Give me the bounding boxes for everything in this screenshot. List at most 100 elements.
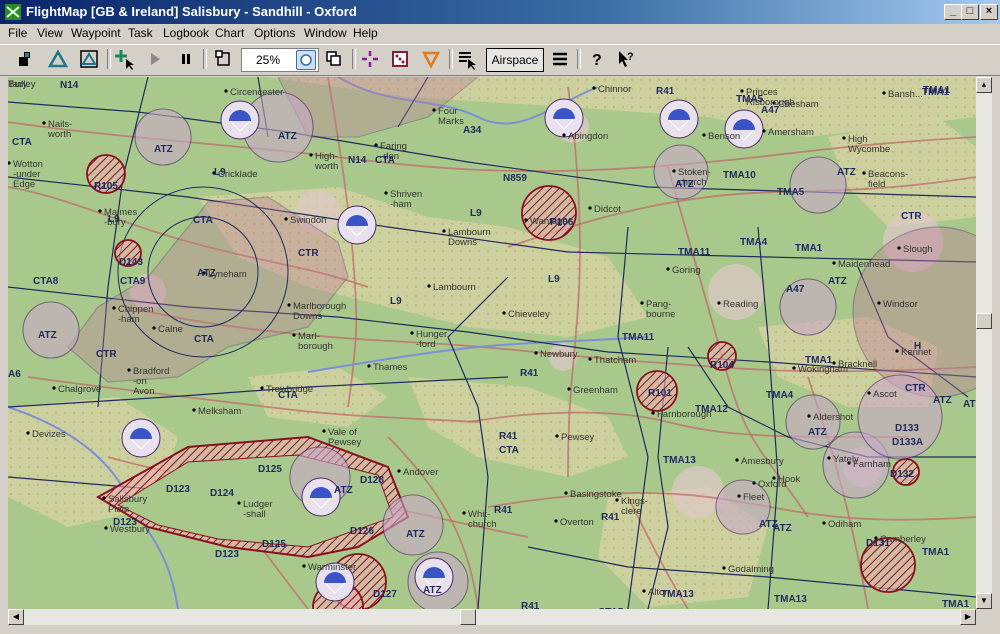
maximize-button[interactable]: □ — [961, 4, 979, 20]
airspace-label: ATZ — [837, 167, 856, 178]
place-label-line: field — [868, 179, 885, 190]
place-label-line: -shall — [243, 509, 266, 520]
menu-logbook[interactable]: Logbook — [163, 26, 209, 40]
restricted-area — [521, 185, 577, 241]
town-dot — [192, 408, 196, 412]
parachute-icon — [301, 477, 341, 517]
toolbar-separator — [352, 49, 356, 69]
scroll-right-icon[interactable]: ▶ — [960, 609, 976, 625]
task-triangle-icon[interactable] — [78, 48, 100, 70]
place-label: Nails-worth — [47, 119, 72, 140]
airspace-label: D126 — [350, 526, 374, 537]
place-label-line: church — [468, 519, 497, 530]
horizontal-scrollbar[interactable]: ◀ ▶ — [8, 609, 976, 625]
window-title: FlightMap [GB & Ireland] Salisbury - San… — [26, 4, 357, 19]
play-icon[interactable] — [144, 48, 166, 70]
zoom-in-icon[interactable] — [322, 48, 344, 70]
menu-help[interactable]: Help — [353, 26, 378, 40]
airspace-label: N14 — [348, 155, 367, 166]
place-label-line: bourne — [646, 309, 676, 320]
airspace-label: D123 — [215, 549, 239, 560]
airspace-label: H — [914, 341, 921, 352]
scroll-up-icon[interactable]: ▲ — [976, 77, 992, 93]
place-label-line: Andover — [403, 467, 438, 478]
place-label-line: Windsor — [883, 299, 918, 310]
menu-options[interactable]: Options — [254, 26, 295, 40]
menu-view[interactable]: View — [37, 26, 63, 40]
airspace-label: ATZ — [808, 427, 827, 438]
town-dot — [592, 86, 596, 90]
airspace-label: R41 — [521, 601, 540, 609]
town-dot — [832, 261, 836, 265]
waypoint-triangle-icon[interactable] — [47, 48, 69, 70]
airspace-label: L9 — [548, 274, 560, 285]
horizontal-scroll-thumb[interactable] — [460, 609, 476, 625]
airspace-label: D133A — [892, 437, 923, 448]
airspace-button[interactable]: Airspace — [486, 48, 544, 72]
vertical-scroll-thumb[interactable] — [976, 313, 992, 329]
place-label-line: Fleet — [743, 492, 764, 503]
menu-chart[interactable]: Chart — [215, 26, 244, 40]
place-label-line: Calne — [158, 324, 183, 335]
close-button[interactable]: × — [980, 4, 998, 20]
airspace-label: ATZ — [38, 330, 57, 341]
select-layers-icon[interactable] — [456, 48, 478, 70]
place-label: Pang-bourne — [646, 299, 676, 320]
menu-file[interactable]: File — [8, 26, 27, 40]
vertical-scrollbar[interactable]: ▲ ▼ — [976, 77, 992, 609]
place-label-line: borough — [298, 341, 333, 352]
scroll-down-icon[interactable]: ▼ — [976, 593, 992, 609]
grid-dice-icon[interactable] — [389, 48, 411, 70]
minimize-button[interactable]: _ — [944, 4, 962, 20]
context-help-icon[interactable]: ? — [615, 48, 637, 70]
town-dot — [322, 429, 326, 433]
airspace-label: ATZ — [828, 276, 847, 287]
airspace-label: D143 — [119, 257, 143, 268]
parachute-icon — [121, 418, 161, 458]
town-dot — [651, 411, 655, 415]
pause-icon[interactable] — [175, 48, 197, 70]
menu-waypoint[interactable]: Waypoint — [71, 26, 121, 40]
town-dot — [427, 284, 431, 288]
airspace-label: CTR — [901, 211, 922, 222]
airspace-label: D125 — [262, 539, 286, 550]
place-label-line: Lambourn — [433, 282, 476, 293]
resize-grip[interactable] — [976, 609, 992, 625]
zoom-out-icon[interactable] — [212, 48, 234, 70]
airspace-label: R105 — [94, 181, 118, 192]
town-dot — [287, 303, 291, 307]
scroll-left-icon[interactable]: ◀ — [8, 609, 24, 625]
flightmap-window: FlightMap [GB & Ireland] Salisbury - San… — [0, 0, 1000, 634]
airspace-label: TMA12 — [695, 404, 728, 415]
zoom-level-field[interactable]: 25% — [241, 48, 319, 72]
menu-task[interactable]: Task — [128, 26, 153, 40]
town-dot — [717, 301, 721, 305]
list-menu-icon[interactable] — [549, 48, 571, 70]
airspace-label: TMA11 — [622, 332, 655, 343]
place-label-line: Newbury — [540, 349, 578, 360]
town-dot — [740, 89, 744, 93]
place-label-line: Pewsey — [561, 432, 595, 443]
center-crosshair-icon[interactable] — [359, 48, 381, 70]
chart-canvas[interactable]: Nails-worthWotton -under Edge Circencester C… — [8, 77, 976, 609]
town-dot — [302, 564, 306, 568]
glider-icon[interactable] — [14, 48, 36, 70]
town-dot — [554, 519, 558, 523]
place-label: Aldershot — [813, 412, 853, 423]
map-view[interactable]: Nails-worth Wotton -under Edge Circencester C… — [8, 77, 976, 609]
airspace-label: D124 — [210, 488, 234, 499]
inverted-triangle-icon[interactable] — [420, 48, 442, 70]
menu-window[interactable]: Window — [304, 26, 347, 40]
add-waypoint-icon[interactable] — [114, 48, 136, 70]
zoom-circle-icon[interactable] — [296, 50, 316, 70]
place-label: Circencester — [230, 87, 283, 98]
town-dot — [882, 91, 886, 95]
airspace-label: CTA — [193, 215, 213, 226]
airspace-label: D123 — [113, 517, 137, 528]
town-dot — [112, 306, 116, 310]
place-label: Bradford -on Avon — [133, 366, 169, 397]
airspace-label: L9 — [470, 208, 482, 219]
help-question-icon[interactable]: ? — [586, 48, 608, 70]
airspace-label: A6 — [8, 369, 21, 380]
place-label: Slough — [903, 244, 933, 255]
